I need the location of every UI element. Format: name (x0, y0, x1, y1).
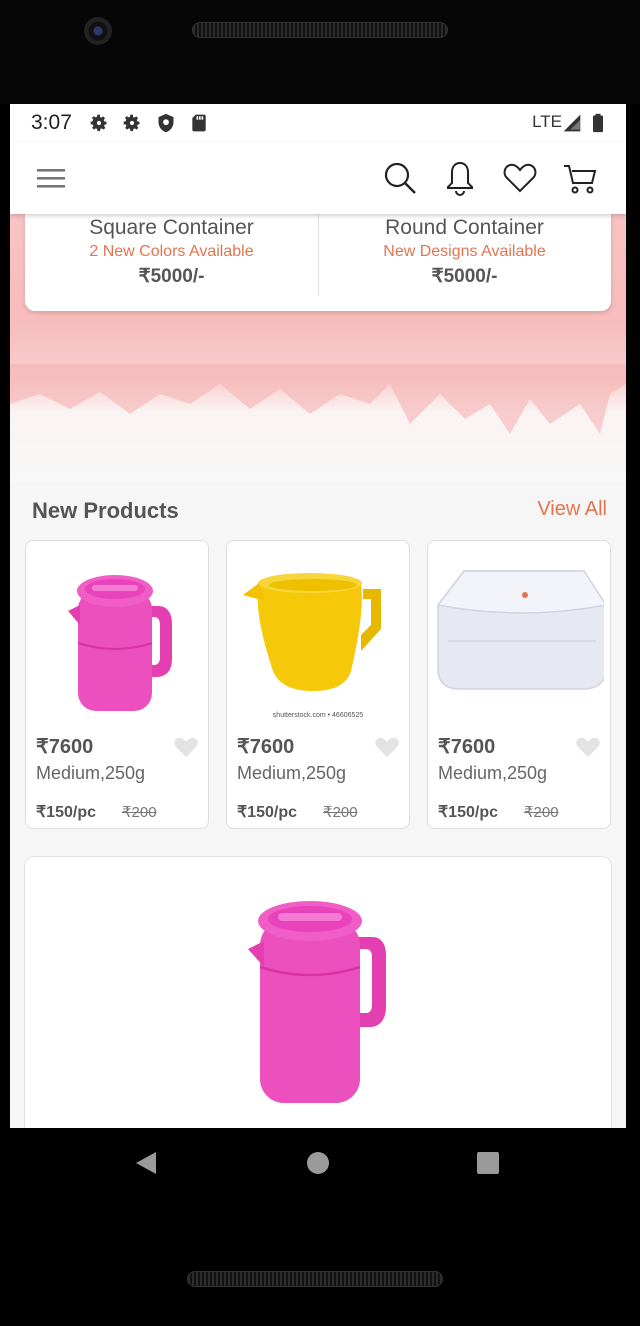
pink-jug-image (248, 901, 386, 1103)
pink-jug-image (68, 575, 172, 711)
signal-icon (563, 114, 581, 132)
yellow-mug-image (243, 573, 381, 691)
product-unit-price: ₹150/pc (438, 804, 498, 821)
category-price: ₹5000/- (138, 266, 205, 287)
app-bar (10, 142, 626, 214)
product-unit-price: ₹150/pc (36, 804, 96, 821)
product-description: Medium,250g (36, 763, 146, 783)
category-price: ₹5000/- (431, 266, 498, 287)
recents-icon[interactable] (476, 1150, 500, 1176)
category-subtitle: 2 New Colors Available (89, 243, 254, 260)
category-round-container[interactable]: Round Container New Designs Available ₹5… (318, 214, 611, 288)
heart-icon[interactable] (576, 736, 600, 758)
shield-icon (158, 113, 174, 133)
category-name: Round Container (385, 216, 544, 239)
clear-container-image (436, 570, 604, 690)
heart-icon[interactable] (502, 160, 538, 196)
promo-banner: Square Container 2 New Colors Available … (10, 214, 626, 482)
bell-icon[interactable] (442, 160, 478, 196)
product-description: Medium,250g (237, 763, 347, 783)
product-old-price: ₹200 (122, 804, 157, 821)
watercolor-brush-decoration (10, 364, 626, 434)
earpiece-speaker (192, 22, 448, 38)
bottom-speaker (187, 1271, 443, 1287)
product-card[interactable]: ₹7600 Medium,250g ₹150/pc ₹200 (427, 540, 611, 829)
section-title: New Products (32, 498, 179, 523)
battery-icon (593, 113, 603, 133)
product-card[interactable]: shutterstock.com • 46606525 ₹7600 Medium… (226, 540, 410, 829)
featured-product-card[interactable] (24, 856, 612, 1128)
menu-icon[interactable] (33, 160, 69, 196)
heart-icon[interactable] (174, 736, 198, 758)
product-old-price: ₹200 (524, 804, 559, 821)
home-icon[interactable] (306, 1150, 330, 1176)
product-price: ₹7600 (438, 736, 496, 758)
back-icon[interactable] (134, 1150, 160, 1176)
app-screen: 3:07 LTE Square Container 2 New Colors A… (10, 104, 626, 1128)
product-price: ₹7600 (36, 736, 94, 758)
system-nav-bar (0, 1128, 640, 1200)
product-card[interactable]: ₹7600 Medium,250g ₹150/pc ₹200 (25, 540, 209, 829)
phone-bezel (0, 0, 640, 104)
product-old-price: ₹200 (323, 804, 358, 821)
category-card: Square Container 2 New Colors Available … (25, 214, 611, 311)
product-unit-price: ₹150/pc (237, 804, 297, 821)
status-bar: 3:07 LTE (10, 104, 626, 142)
category-square-container[interactable]: Square Container 2 New Colors Available … (25, 214, 318, 288)
gear-icon (123, 114, 140, 132)
view-all-link[interactable]: View All (537, 498, 607, 521)
network-type: LTE (532, 112, 562, 131)
heart-icon[interactable] (375, 736, 399, 758)
product-price: ₹7600 (237, 736, 295, 758)
category-subtitle: New Designs Available (383, 243, 546, 260)
search-icon[interactable] (382, 160, 418, 196)
sd-card-icon (192, 114, 206, 132)
cart-icon[interactable] (562, 160, 598, 196)
image-watermark: shutterstock.com • 46606525 (272, 712, 364, 719)
status-time: 3:07 (31, 111, 72, 134)
category-name: Square Container (89, 216, 254, 239)
camera-icon (84, 17, 112, 45)
product-description: Medium,250g (438, 763, 548, 783)
gear-icon (90, 114, 107, 132)
